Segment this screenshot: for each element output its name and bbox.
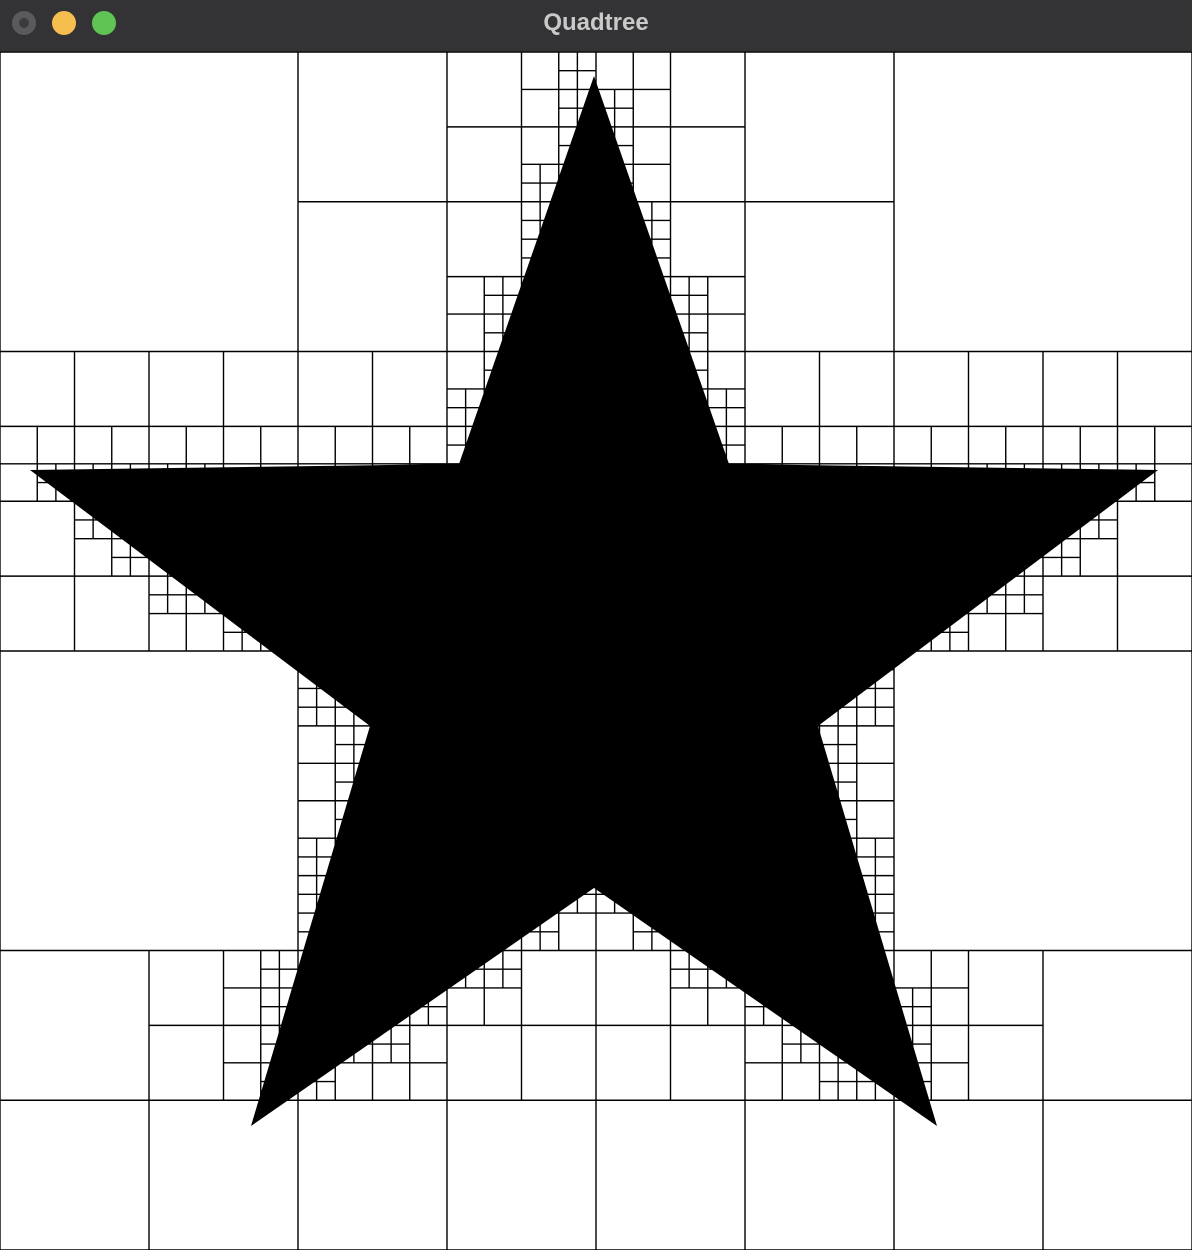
window-title: Quadtree: [543, 9, 649, 36]
quadtree-canvas[interactable]: [0, 52, 1192, 1250]
title-bar[interactable]: Quadtree: [0, 0, 1192, 52]
quadtree-drawing: [0, 52, 1192, 1250]
app-window: Quadtree: [0, 0, 1192, 1250]
star-shape: [30, 76, 1158, 1126]
